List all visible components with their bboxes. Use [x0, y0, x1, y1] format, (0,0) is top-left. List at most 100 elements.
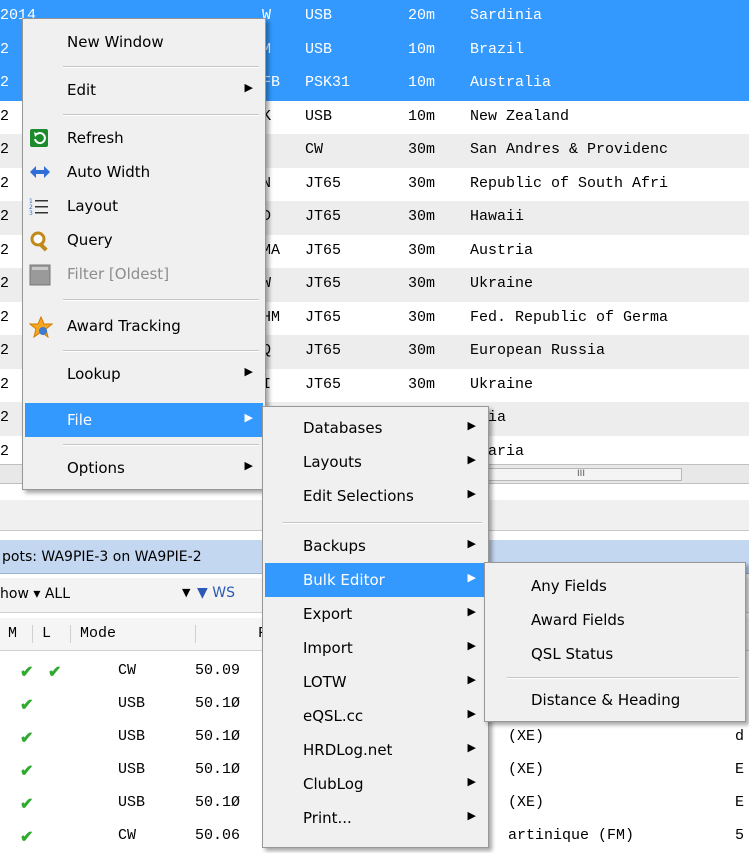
table-cell-country: Republic of South Afri [470, 174, 669, 192]
spot-cell-extra: E [735, 761, 745, 778]
menu-item-new-window[interactable]: New Window [25, 25, 263, 59]
spot-cell-country: (XE) [508, 728, 545, 745]
submenu-arrow-icon: ▶ [467, 419, 476, 432]
table-cell-band: 30m [408, 308, 436, 326]
menu-item-label: Lookup [67, 365, 121, 383]
menu-item-eqsl[interactable]: eQSL.cc ▶ [265, 699, 486, 733]
menu-separator [63, 299, 259, 301]
menu-item-bulk-editor[interactable]: Bulk Editor ▶ [265, 563, 486, 597]
menu-item-print[interactable]: Print... ▶ [265, 801, 486, 835]
menu-item-label: ClubLog [303, 775, 364, 793]
refresh-icon [29, 128, 49, 148]
bulk-editor-submenu: Any Fields Award Fields QSL Status Dista… [484, 562, 746, 722]
menu-item-databases[interactable]: Databases ▶ [265, 411, 486, 445]
column-header-l[interactable]: L [42, 625, 71, 643]
menu-item-filter[interactable]: Filter [Oldest] [25, 257, 263, 291]
spot-cell-extra: d [735, 728, 745, 745]
table-cell-mode: JT65 [305, 275, 342, 292]
menu-item-layouts[interactable]: Layouts ▶ [265, 445, 486, 479]
menu-item-award-tracking[interactable]: Award Tracking [25, 309, 263, 343]
submenu-arrow-icon: ▶ [467, 639, 476, 652]
menu-item-lookup[interactable]: Lookup ▶ [25, 357, 263, 391]
menu-item-label: Award Tracking [67, 317, 181, 335]
menu-item-award-fields[interactable]: Award Fields [487, 603, 743, 637]
chevron-down-icon[interactable]: ▼ [182, 586, 190, 599]
table-cell-country: European Russia [470, 342, 606, 359]
spot-cell-freq: 50.1Ø [195, 695, 241, 712]
checkmark-icon: ✔ [48, 664, 62, 682]
menu-item-clublog[interactable]: ClubLog ▶ [265, 767, 486, 801]
table-cell-mode: JT65 [305, 375, 342, 393]
menu-item-qsl-status[interactable]: QSL Status [487, 637, 743, 671]
layout-icon: 123 [29, 196, 49, 217]
table-cell-mode: USB [305, 7, 333, 24]
spot-cell-mode: USB [118, 761, 146, 778]
filter-button[interactable]: ▼ WS [197, 585, 235, 601]
column-header-m[interactable]: M [8, 625, 33, 643]
menu-separator [63, 66, 259, 68]
submenu-arrow-icon: ▶ [244, 365, 253, 378]
menu-item-options[interactable]: Options ▶ [25, 451, 263, 485]
menu-item-label: Layouts [303, 453, 362, 471]
spot-cell-freq: 50.1Ø [195, 761, 241, 778]
menu-item-label: Databases [303, 419, 383, 437]
menu-item-layout[interactable]: 123 Layout [25, 189, 263, 223]
menu-item-label: Backups [303, 537, 366, 555]
spot-cell-extra: E [735, 794, 745, 811]
menu-item-export[interactable]: Export ▶ [265, 597, 486, 631]
menu-item-edit-selections[interactable]: Edit Selections ▶ [265, 479, 486, 513]
menu-item-label: Print... [303, 809, 352, 827]
spot-cell-mode: USB [118, 794, 146, 811]
table-cell-country: Hawaii [470, 208, 525, 225]
table-cell-mode: JT65 [305, 342, 342, 359]
scrollbar-thumb[interactable]: III [480, 468, 682, 481]
table-cell-c2: W [262, 7, 272, 24]
table-cell-mode: JT65 [305, 241, 342, 259]
menu-item-label: Layout [67, 197, 118, 215]
table-cell-mode: JT65 [305, 308, 342, 326]
table-cell-band: 30m [408, 141, 436, 158]
menu-item-hrdlog[interactable]: HRDLog.net ▶ [265, 733, 486, 767]
menu-item-edit[interactable]: Edit ▶ [25, 73, 263, 107]
table-cell-country: New Zealand [470, 107, 570, 125]
menu-item-auto-width[interactable]: Auto Width [25, 155, 263, 189]
table-cell-c2: HM [262, 308, 281, 326]
show-filter-dropdown[interactable]: how ▾ ALL [0, 586, 70, 602]
table-cell-c2: D [262, 208, 272, 225]
menu-item-import[interactable]: Import ▶ [265, 631, 486, 665]
menu-item-distance-heading[interactable]: Distance & Heading [487, 683, 743, 717]
spot-cell-freq: 50.09 [195, 662, 241, 679]
menu-item-refresh[interactable]: Refresh [25, 121, 263, 155]
funnel-icon: ▼ [197, 585, 208, 601]
menu-item-label: HRDLog.net [303, 741, 393, 759]
menu-separator [283, 522, 482, 524]
submenu-arrow-icon: ▶ [244, 459, 253, 472]
table-cell-c2: K [262, 107, 272, 125]
table-cell-c2: W [262, 275, 272, 292]
menu-separator [63, 350, 259, 352]
spot-cell-extra: 5 [735, 827, 745, 844]
checkmark-icon: ✔ [20, 763, 34, 781]
table-cell-country: San Andres & Providenc [470, 141, 669, 158]
menu-item-backups[interactable]: Backups ▶ [265, 529, 486, 563]
checkmark-icon: ✔ [20, 697, 34, 715]
column-header-mode[interactable]: Mode [80, 625, 196, 643]
table-cell-mode: JT65 [305, 174, 342, 192]
checkmark-icon: ✔ [20, 730, 34, 748]
svg-text:3: 3 [29, 210, 33, 216]
menu-item-file[interactable]: File ▶ [25, 403, 263, 437]
menu-item-label: Auto Width [67, 163, 151, 181]
table-cell-band: 30m [408, 342, 436, 359]
menu-item-label: eQSL.cc [303, 707, 364, 725]
table-cell-mode: JT65 [305, 208, 342, 225]
menu-item-label: Filter [Oldest] [67, 265, 170, 283]
checkmark-icon: ✔ [20, 796, 34, 814]
menu-item-label: Export [303, 605, 353, 623]
table-cell-band: 10m [408, 74, 436, 91]
menu-item-lotw[interactable]: LOTW ▶ [265, 665, 486, 699]
spot-cell-mode: USB [118, 695, 146, 712]
menu-item-any-fields[interactable]: Any Fields [487, 569, 743, 603]
menu-item-query[interactable]: Query [25, 223, 263, 257]
filter-icon [29, 264, 51, 286]
table-cell-c2: M [262, 40, 272, 58]
